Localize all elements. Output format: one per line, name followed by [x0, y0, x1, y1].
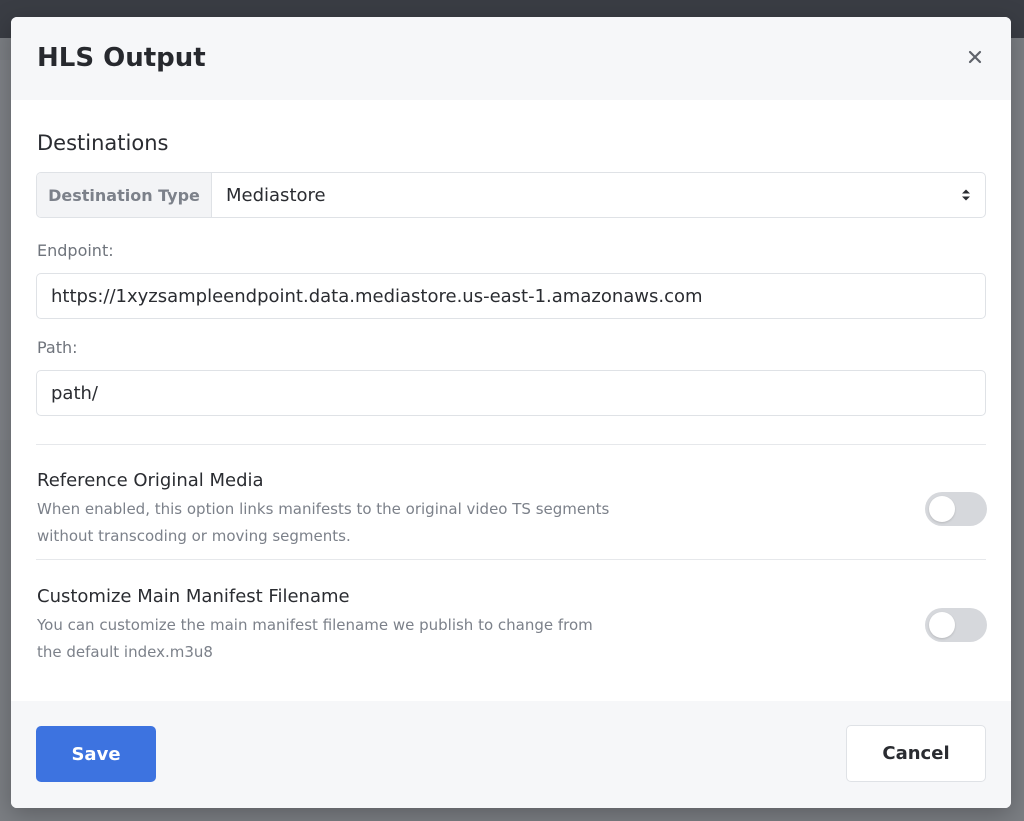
- save-button[interactable]: Save: [36, 726, 156, 782]
- section-divider: [36, 444, 986, 445]
- hls-output-modal: HLS Output Destinations Destination Type…: [11, 17, 1011, 808]
- close-button[interactable]: [963, 45, 987, 69]
- path-input[interactable]: [36, 370, 986, 416]
- reference-original-media-toggle[interactable]: [925, 492, 987, 526]
- destination-type-value: Mediastore: [226, 184, 326, 206]
- endpoint-label: Endpoint:: [37, 241, 114, 260]
- endpoint-input[interactable]: [36, 273, 986, 319]
- option-divider: [36, 559, 986, 560]
- destination-type-group: Destination Type Mediastore: [36, 172, 986, 218]
- modal-title: HLS Output: [37, 43, 206, 73]
- modal-header: HLS Output: [11, 17, 1011, 100]
- customize-manifest-description: You can customize the main manifest file…: [37, 616, 593, 661]
- destination-type-select[interactable]: Mediastore: [212, 173, 985, 217]
- modal-footer: Save Cancel: [11, 701, 1011, 808]
- toggle-knob: [929, 496, 955, 522]
- reference-original-media-title: Reference Original Media: [37, 470, 264, 491]
- destinations-heading: Destinations: [37, 131, 169, 155]
- select-arrows-icon: [962, 189, 970, 201]
- destination-type-label: Destination Type: [37, 173, 212, 217]
- reference-original-media-description: When enabled, this option links manifest…: [37, 500, 610, 545]
- customize-manifest-toggle[interactable]: [925, 608, 987, 642]
- cancel-button[interactable]: Cancel: [846, 725, 986, 782]
- path-label: Path:: [37, 338, 78, 357]
- close-icon: [968, 50, 982, 64]
- toggle-knob: [929, 612, 955, 638]
- customize-manifest-title: Customize Main Manifest Filename: [37, 586, 350, 607]
